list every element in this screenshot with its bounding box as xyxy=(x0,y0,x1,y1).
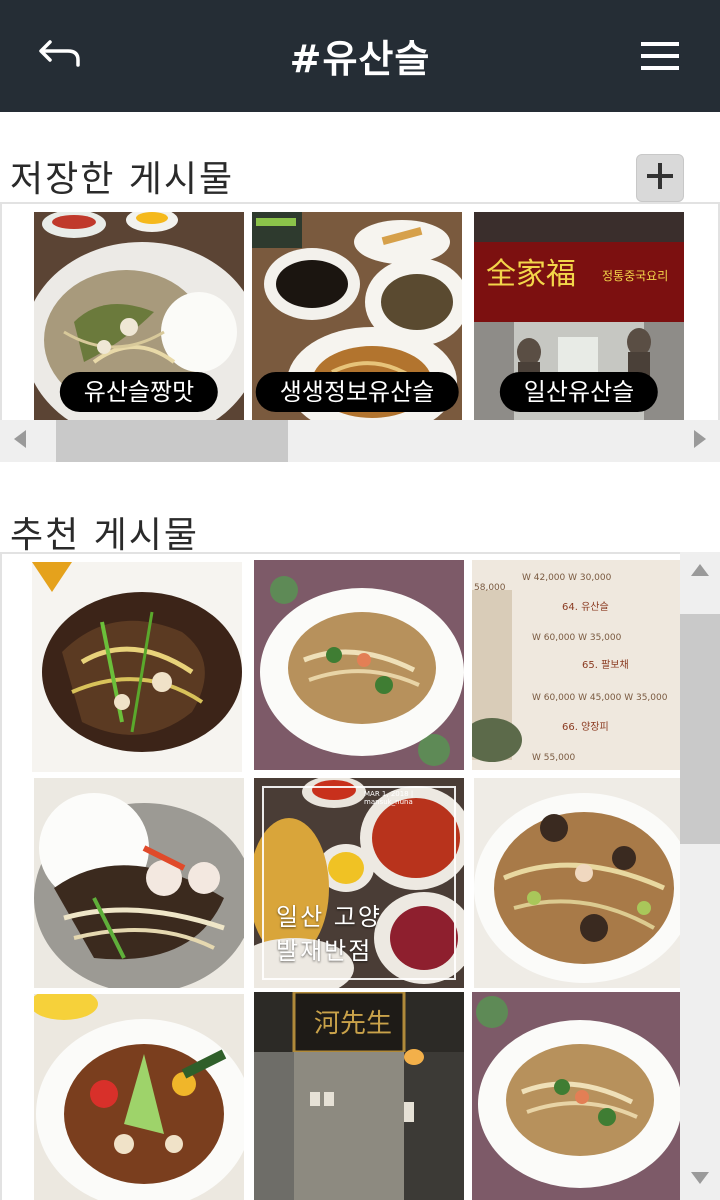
svg-text:W 60,000 W 45,000 W 35,000: W 60,000 W 45,000 W 35,000 xyxy=(532,693,668,703)
scroll-right-button[interactable] xyxy=(680,420,720,462)
food-photo xyxy=(474,778,684,988)
svg-text:W 55,000: W 55,000 xyxy=(532,753,576,763)
svg-text:W 42,000 W 30,000: W 42,000 W 30,000 xyxy=(522,573,612,583)
recommended-section-title: 추천 게시물 xyxy=(10,515,200,556)
scroll-left-button[interactable] xyxy=(0,420,40,462)
hamburger-menu-icon xyxy=(641,42,679,46)
scroll-down-button[interactable] xyxy=(680,1160,720,1200)
recommended-post-thumbnail[interactable] xyxy=(254,560,464,770)
saved-post-thumbnail[interactable]: 유산슬짱맛 xyxy=(34,212,244,422)
photo-overlay-caption: 일산 고양 발재반점 xyxy=(276,900,382,968)
top-app-bar: #유산슬 xyxy=(0,0,720,112)
triangle-down-icon xyxy=(689,1170,711,1190)
menu-line xyxy=(641,54,679,58)
svg-text:58,000: 58,000 xyxy=(474,583,506,593)
recommended-post-thumbnail[interactable] xyxy=(34,778,244,988)
recommended-post-thumbnail[interactable]: 58,000 W 42,000 W 30,000 64. 유산슬 W 60,00… xyxy=(472,560,682,770)
food-photo xyxy=(34,778,244,988)
recommended-posts-grid: 58,000 W 42,000 W 30,000 64. 유산슬 W 60,00… xyxy=(0,552,720,1200)
scroll-up-button[interactable] xyxy=(680,552,720,592)
svg-text:정통중국요리: 정통중국요리 xyxy=(602,269,668,283)
recommended-post-thumbnail[interactable] xyxy=(474,778,684,988)
recommended-post-thumbnail[interactable] xyxy=(472,992,682,1200)
triangle-right-icon xyxy=(692,428,708,454)
recommended-post-thumbnail[interactable] xyxy=(32,562,242,772)
vertical-scroll-thumb[interactable] xyxy=(680,614,720,844)
caption-line: 일산 고양 xyxy=(276,903,382,931)
svg-text:66. 양장피: 66. 양장피 xyxy=(562,721,609,733)
restaurant-photo: 河先生 xyxy=(254,992,464,1200)
svg-text:64. 유산슬: 64. 유산슬 xyxy=(562,601,609,613)
triangle-left-icon xyxy=(12,428,28,454)
vertical-scrollbar[interactable] xyxy=(680,552,720,1200)
svg-text:W 60,000 W 35,000: W 60,000 W 35,000 xyxy=(532,633,622,643)
saved-post-label: 유산슬짱맛 xyxy=(59,372,219,412)
food-photo xyxy=(254,560,464,770)
recommended-post-thumbnail[interactable] xyxy=(34,994,244,1200)
food-photo xyxy=(34,994,244,1200)
photo-overlay-meta: MAR 1, 2018 | mansuk_nuna xyxy=(364,790,414,806)
app-root: #유산슬 저장한 게시물 유산슬짱맛 생생정보유산슬 全家福 정통중국요리 일산… xyxy=(0,0,720,1200)
saved-section-title: 저장한 게시물 xyxy=(10,159,235,200)
triangle-up-icon xyxy=(689,562,711,582)
menu-line xyxy=(641,66,679,70)
menu-button[interactable] xyxy=(634,34,686,78)
saved-post-thumbnail[interactable]: 全家福 정통중국요리 일산유산슬 xyxy=(474,212,684,422)
horizontal-scroll-thumb[interactable] xyxy=(56,420,288,462)
add-saved-button[interactable] xyxy=(636,154,684,202)
saved-post-thumbnail[interactable]: 생생정보유산슬 xyxy=(252,212,462,422)
plus-icon xyxy=(645,161,675,195)
food-photo xyxy=(472,992,682,1200)
recommended-post-thumbnail[interactable]: 河先生 xyxy=(254,992,464,1200)
caption-line: 발재반점 xyxy=(276,937,373,965)
menu-photo: 58,000 W 42,000 W 30,000 64. 유산슬 W 60,00… xyxy=(472,560,682,770)
recommended-post-thumbnail[interactable]: MAR 1, 2018 | mansuk_nuna 일산 고양 발재반점 xyxy=(254,778,464,988)
page-title: #유산슬 xyxy=(289,37,431,81)
svg-text:65. 팔보채: 65. 팔보채 xyxy=(582,659,629,671)
saved-post-label: 생생정보유산슬 xyxy=(255,372,459,412)
horizontal-scrollbar[interactable] xyxy=(0,420,720,462)
saved-post-label: 일산유산슬 xyxy=(499,372,659,412)
food-photo xyxy=(32,562,242,772)
svg-text:河先生: 河先生 xyxy=(314,1009,392,1039)
svg-text:全家福: 全家福 xyxy=(486,257,576,292)
